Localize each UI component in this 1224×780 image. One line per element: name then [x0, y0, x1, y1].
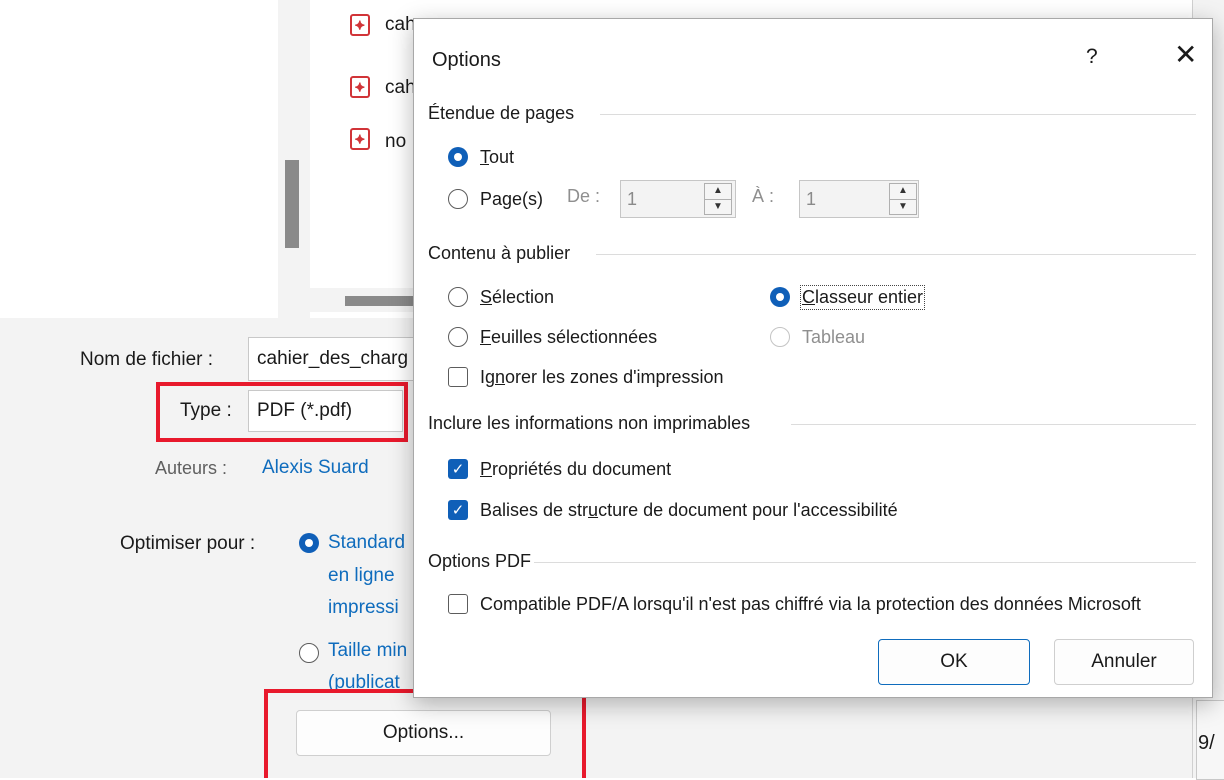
- pdf-file-icon: ⯌: [350, 76, 370, 98]
- type-highlight-box: [156, 382, 408, 442]
- optimize-standard-radio[interactable]: [299, 533, 319, 553]
- from-page-spinner[interactable]: ▲ ▼: [704, 183, 732, 215]
- file-row-name[interactable]: no: [385, 131, 406, 153]
- right-edge-text: 9/: [1198, 732, 1215, 754]
- optimize-minimum-radio[interactable]: [299, 643, 319, 663]
- from-page-value: 1: [627, 188, 638, 209]
- structure-tags-checkbox[interactable]: ✓: [448, 500, 468, 520]
- spin-up-icon[interactable]: ▲: [890, 184, 916, 200]
- filename-input[interactable]: cahier_des_charg: [248, 337, 418, 381]
- table-label: Tableau: [802, 327, 866, 347]
- doc-properties-label[interactable]: Propriétés du document: [480, 459, 671, 480]
- optimize-standard-line3[interactable]: impressi: [328, 597, 399, 619]
- filename-label: Nom de fichier :: [80, 349, 214, 370]
- checkmark-icon: ✓: [451, 461, 465, 478]
- authors-label: Auteurs :: [155, 458, 228, 478]
- file-row-name[interactable]: cah: [385, 77, 416, 99]
- pdf-file-icon: ⯌: [350, 128, 370, 150]
- optimize-standard-line1[interactable]: Standard: [328, 532, 405, 554]
- table-radio: [770, 327, 790, 347]
- ok-button[interactable]: OK: [878, 639, 1030, 685]
- file-row[interactable]: ⯌: [350, 76, 370, 98]
- to-label: À :: [752, 186, 775, 206]
- spin-up-icon[interactable]: ▲: [705, 184, 731, 200]
- page-range-pages-radio[interactable]: [448, 189, 468, 209]
- page-range-all-radio[interactable]: [448, 147, 468, 167]
- navigation-pane: [0, 0, 278, 318]
- file-row[interactable]: ⯌: [350, 128, 370, 150]
- content-section-title: Contenu à publier: [428, 243, 571, 263]
- ignore-print-areas-checkbox[interactable]: [448, 367, 468, 387]
- section-divider: [596, 254, 1196, 255]
- pdf-file-icon: ⯌: [350, 14, 370, 36]
- nav-pane-scrollbar-thumb[interactable]: [285, 160, 299, 248]
- section-divider: [600, 114, 1196, 115]
- page-range-section-title: Étendue de pages: [428, 103, 575, 123]
- cancel-button[interactable]: Annuler: [1054, 639, 1194, 685]
- options-dialog: Options ? ✕ Étendue de pages Tout Page(s…: [413, 18, 1213, 698]
- file-row-name[interactable]: cah: [385, 14, 416, 36]
- pdfa-label[interactable]: Compatible PDF/A lorsqu'il n'est pas chi…: [480, 594, 1141, 615]
- to-page-value: 1: [806, 188, 817, 209]
- section-divider: [791, 424, 1196, 425]
- doc-properties-checkbox[interactable]: ✓: [448, 459, 468, 479]
- optimize-minimum-line1[interactable]: Taille min: [328, 640, 407, 662]
- entire-workbook-radio[interactable]: [770, 287, 790, 307]
- dialog-title: Options: [432, 49, 501, 71]
- structure-tags-label[interactable]: Balises de structure de document pour l'…: [480, 500, 898, 521]
- pdfa-checkbox[interactable]: [448, 594, 468, 614]
- entire-workbook-label[interactable]: Classeur entier: [799, 285, 926, 310]
- pdf-options-section-title: Options PDF: [428, 551, 532, 571]
- selection-label[interactable]: Sélection: [480, 287, 554, 308]
- ignore-print-areas-label[interactable]: Ignorer les zones d'impression: [480, 367, 724, 388]
- checkmark-icon: ✓: [451, 502, 465, 519]
- optimize-standard-line2[interactable]: en ligne: [328, 565, 395, 587]
- selected-sheets-radio[interactable]: [448, 327, 468, 347]
- close-icon[interactable]: ✕: [1174, 41, 1197, 69]
- options-highlight-box: [264, 689, 586, 778]
- page-range-pages-label[interactable]: Page(s): [480, 189, 543, 210]
- authors-value[interactable]: Alexis Suard: [262, 457, 369, 479]
- spin-down-icon[interactable]: ▼: [705, 200, 731, 215]
- section-divider: [534, 562, 1196, 563]
- optimize-label: Optimiser pour :: [120, 533, 256, 554]
- non-printable-section-title: Inclure les informations non imprimables: [428, 413, 751, 433]
- spin-down-icon[interactable]: ▼: [890, 200, 916, 215]
- help-button[interactable]: ?: [1086, 45, 1098, 69]
- from-label: De :: [567, 186, 601, 206]
- selected-sheets-label[interactable]: Feuilles sélectionnées: [480, 327, 657, 348]
- file-row[interactable]: ⯌: [350, 14, 370, 36]
- nav-pane-scrollbar[interactable]: [278, 0, 310, 318]
- to-page-spinner[interactable]: ▲ ▼: [889, 183, 917, 215]
- selection-radio[interactable]: [448, 287, 468, 307]
- page-range-all-label[interactable]: Tout: [480, 147, 514, 168]
